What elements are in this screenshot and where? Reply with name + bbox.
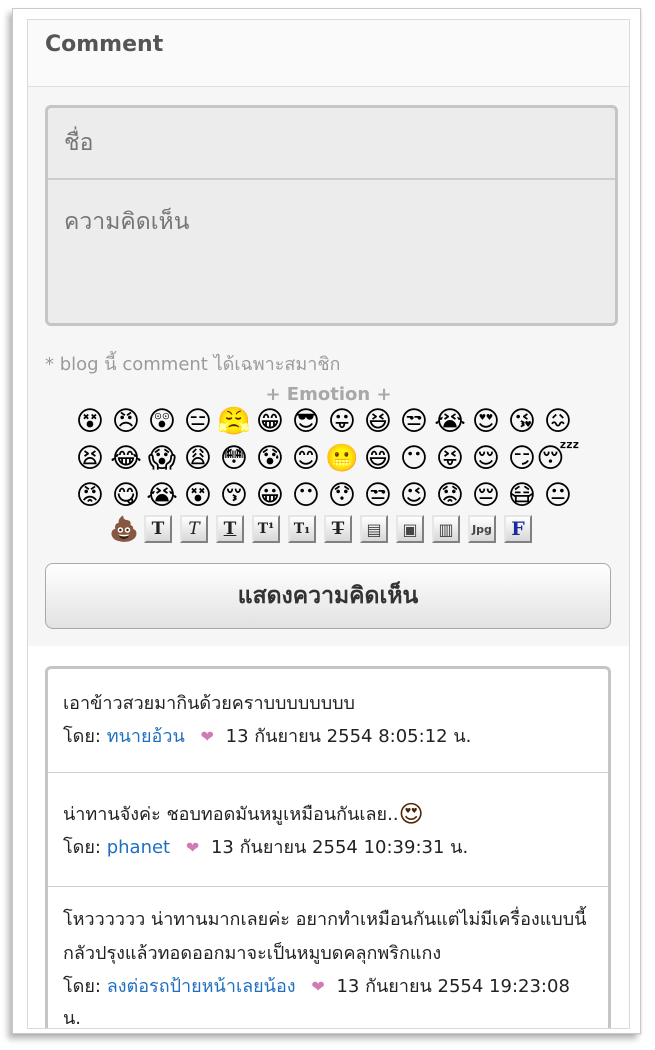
align-center-icon[interactable]: ▣ [396,515,424,543]
emoji-icon[interactable]: 😀 [252,478,288,514]
comment-timestamp: 13 กันยายน 2554 8:05:12 น. [225,726,472,747]
comment-item: โหวววววว น่าทานมากเลยค่ะ อยากทำเหมือนกัน… [48,887,608,1028]
comment-text: โหวววววว น่าทานมากเลยค่ะ อยากทำเหมือนกัน… [63,909,587,964]
emoji-icon[interactable]: 😏 [504,441,540,477]
emoji-icon[interactable]: 😲 [144,404,180,440]
comment-meta: โดย: phanet ❤ 13 กันยายน 2554 10:39:31 น… [63,832,593,864]
emoji-icon[interactable]: 😛 [324,404,360,440]
heart-eyes-emoji-icon: 😍 [398,800,424,828]
emoji-icon[interactable]: 😉 [396,478,432,514]
page-title: Comment [45,32,164,57]
comment-meta: โดย: ลงต่อรถป้ายหน้าเลยน้อง ❤ 13 กันยายน… [63,971,593,1028]
subscript-button[interactable]: T₁ [288,515,316,543]
emoji-icon[interactable]: 😱 [144,441,180,477]
emoji-icon[interactable]: 😡 [72,478,108,514]
format-toolbar: 💩 T T T T¹ T₁ T̶ ▤ ▣ ▥ Jpg F [109,513,540,545]
comment-text: เอาข้าวสวยมากินด้วยคราบบบบบบบบ [63,693,355,714]
underline-button[interactable]: T [216,515,244,543]
emoji-icon[interactable]: 😊 [288,441,324,477]
strikethrough-button[interactable]: T̶ [324,515,352,543]
emoji-icon[interactable]: 😄 [360,441,396,477]
insert-image-button[interactable]: Jpg [468,515,496,543]
emoji-icon[interactable]: 😭 [432,404,468,440]
emoji-icon[interactable]: 😴 [536,441,579,477]
comments-list: เอาข้าวสวยมากินด้วยคราบบบบบบบบ โดย: ทนาย… [45,666,611,1028]
emoji-icon[interactable]: 😍 [468,404,504,440]
comment-text-row: น่าทานจังค่ะ ชอบทอดมันหมูเหมือนกันเลย..😍 [63,797,593,832]
align-left-icon[interactable]: ▤ [360,515,388,543]
name-input[interactable] [48,108,615,180]
italic-button[interactable]: T [180,515,208,543]
emoji-icon[interactable]: 😟 [432,478,468,514]
emoji-icon[interactable]: 😭 [144,478,180,514]
members-only-note: * blog นี้ comment ได้เฉพาะสมาชิก [45,354,341,375]
font-button[interactable]: F [504,515,532,543]
poop-emoji-icon[interactable]: 💩 [109,514,139,544]
emoji-icon[interactable]: 😤 [216,404,252,440]
emoji-icon[interactable]: 😐 [540,478,576,514]
emoji-icon[interactable]: 😒 [360,478,396,514]
emoji-icon[interactable]: 😵 [72,404,108,440]
emoji-icon[interactable]: 😖 [540,404,576,440]
emoji-icon[interactable]: 😵 [180,478,216,514]
emoji-icon[interactable]: 😰 [252,441,288,477]
emoji-icon[interactable]: 😂 [108,441,144,477]
comment-item: น่าทานจังค่ะ ชอบทอดมันหมูเหมือนกันเลย..😍… [48,773,608,887]
emoji-icon[interactable]: 😷 [504,478,540,514]
comment-author-link[interactable]: ทนายอ้วน [107,726,185,747]
comment-form [45,105,618,326]
by-label: โดย: [63,976,101,997]
heart-icon: ❤ [185,838,200,857]
heart-icon: ❤ [311,977,325,996]
comment-author-link[interactable]: phanet [107,837,170,858]
emoji-icon[interactable]: 😫 [72,441,108,477]
emoji-icon[interactable]: 😯 [324,478,360,514]
bold-button[interactable]: T [144,515,172,543]
emoji-icon[interactable]: 😑 [180,404,216,440]
by-label: โดย: [63,837,101,858]
comment-panel: Comment * blog นี้ comment ได้เฉพาะสมาชิ… [27,19,630,1029]
comment-text: น่าทานจังค่ะ ชอบทอดมันหมูเหมือนกันเลย.. [63,804,399,825]
comments-section: เอาข้าวสวยมากินด้วยคราบบบบบบบบ โดย: ทนาย… [28,646,629,1028]
superscript-button[interactable]: T¹ [252,515,280,543]
by-label: โดย: [63,726,101,747]
emoji-icon[interactable]: 😳 [216,441,252,477]
emotion-label: + Emotion + [265,384,392,405]
submit-comment-button[interactable]: แสดงความคิดเห็น [45,563,611,629]
comment-author-link[interactable]: ลงต่อรถป้ายหน้าเลยน้อง [107,976,296,997]
emoji-icon[interactable]: 😝 [432,441,468,477]
comment-header: Comment [28,20,629,87]
photo-frame: Comment * blog นี้ comment ได้เฉพาะสมาชิ… [12,8,641,1034]
emoji-icon[interactable]: 😶 [396,441,432,477]
emoji-icon[interactable]: 😠 [108,404,144,440]
emoji-icon[interactable]: 😋 [108,478,144,514]
comment-timestamp: 13 กันยายน 2554 10:39:31 น. [210,837,469,858]
emoji-icon[interactable]: 😎 [288,404,324,440]
heart-icon: ❤ [200,727,214,746]
emoji-icon[interactable]: 😁 [252,404,288,440]
emoji-icon[interactable]: 😚 [216,478,252,514]
emoji-icon[interactable]: 😒 [396,404,432,440]
emoji-icon[interactable]: 😆 [360,404,396,440]
emoji-icon[interactable]: 😔 [468,478,504,514]
comment-item: เอาข้าวสวยมากินด้วยคราบบบบบบบบ โดย: ทนาย… [48,669,608,773]
emoji-icon[interactable]: 😌 [468,441,504,477]
emoji-picker: 😵 😠 😲 😑 😤 😁 😎 😛 😆 😒 😭 😍 😘 😖 😫 😂 😱 😩 😳 😰 😊 😬 😄 😶 😝 😌 😏 😴 😡 😋 😭 😵 😚 😀 😶 😯 😒 😉 😟 😔… [72,404,592,514]
emoji-icon[interactable]: 😬 [324,441,360,477]
comment-meta: โดย: ทนายอ้วน ❤ 13 กันยายน 2554 8:05:12 … [63,721,593,753]
comment-textarea[interactable] [48,182,615,323]
emoji-icon[interactable]: 😘 [504,404,540,440]
emoji-icon[interactable]: 😶 [288,478,324,514]
align-right-icon[interactable]: ▥ [432,515,460,543]
emoji-icon[interactable]: 😩 [180,441,216,477]
